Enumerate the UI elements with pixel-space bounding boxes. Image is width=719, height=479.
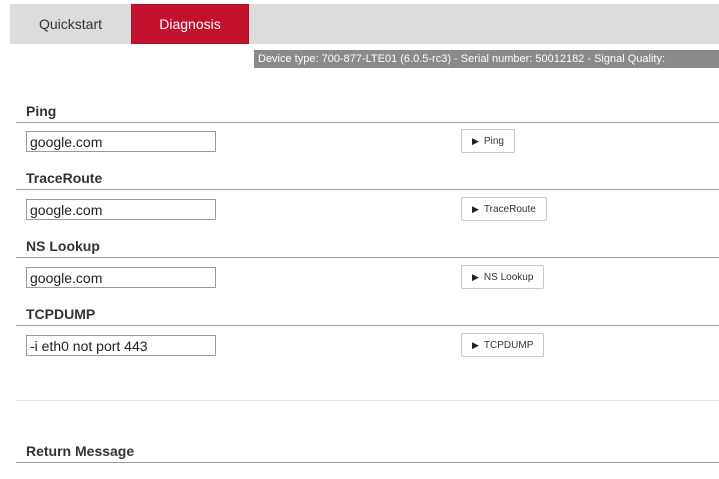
tcpdump-button-label: TCPDUMP	[483, 339, 534, 351]
tcpdump-args-input[interactable]	[26, 335, 216, 356]
ping-row: ▶ Ping	[16, 126, 719, 156]
device-info-bar: Device type: 700-877-LTE01 (6.0.5-rc3) -…	[254, 50, 719, 68]
ping-section-title: Ping	[16, 100, 719, 123]
nslookup-host-input[interactable]	[26, 267, 216, 288]
ping-button[interactable]: ▶ Ping	[461, 129, 515, 153]
traceroute-row: ▶ TraceRoute	[16, 194, 719, 224]
ping-button-label: Ping	[483, 135, 504, 147]
nslookup-section-title: NS Lookup	[16, 235, 719, 258]
play-icon: ▶	[472, 135, 479, 146]
traceroute-button-label: TraceRoute	[483, 203, 536, 215]
tcpdump-button[interactable]: ▶ TCPDUMP	[461, 333, 545, 357]
diagnosis-page: Quickstart Diagnosis Device type: 700-87…	[0, 0, 719, 479]
play-icon: ▶	[472, 271, 479, 282]
section-divider	[16, 400, 719, 401]
play-icon: ▶	[472, 339, 479, 350]
nslookup-button[interactable]: ▶ NS Lookup	[461, 265, 545, 289]
traceroute-host-input[interactable]	[26, 199, 216, 220]
tab-bar: Quickstart Diagnosis	[10, 4, 719, 44]
return-message-title: Return Message	[16, 440, 719, 463]
tab-quickstart[interactable]: Quickstart	[10, 4, 131, 44]
tab-diagnosis[interactable]: Diagnosis	[131, 4, 249, 44]
tcpdump-section-title: TCPDUMP	[16, 303, 719, 326]
ping-host-input[interactable]	[26, 131, 216, 152]
nslookup-button-label: NS Lookup	[483, 271, 534, 283]
nslookup-row: ▶ NS Lookup	[16, 262, 719, 292]
traceroute-section-title: TraceRoute	[16, 167, 719, 190]
play-icon: ▶	[472, 203, 479, 214]
traceroute-button[interactable]: ▶ TraceRoute	[461, 197, 547, 221]
tcpdump-row: ▶ TCPDUMP	[16, 330, 719, 360]
